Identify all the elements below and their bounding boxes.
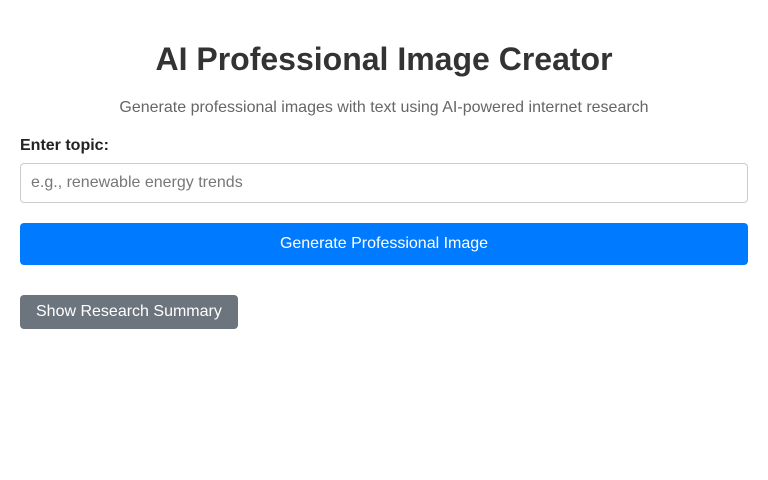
topic-label: Enter topic:	[20, 137, 109, 154]
show-research-summary-button[interactable]: Show Research Summary	[20, 295, 238, 329]
page-container: AI Professional Image Creator Generate p…	[0, 0, 768, 480]
topic-input[interactable]	[20, 163, 748, 203]
page-title: AI Professional Image Creator	[155, 41, 613, 77]
page-subtitle: Generate professional images with text u…	[119, 99, 649, 116]
generate-image-button[interactable]: Generate Professional Image	[20, 223, 748, 265]
